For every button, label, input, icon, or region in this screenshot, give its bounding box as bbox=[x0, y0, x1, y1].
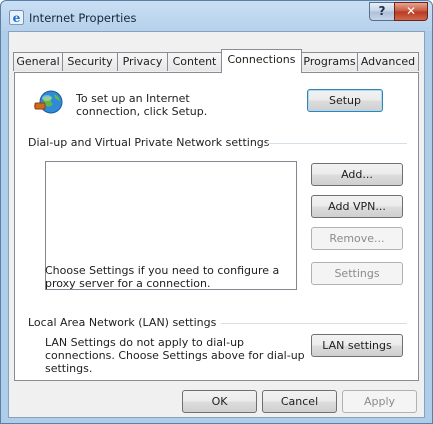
tab-privacy[interactable]: Privacy bbox=[117, 52, 168, 71]
window-title: Internet Properties bbox=[29, 11, 137, 25]
internet-properties-window: e Internet Properties ? ✕ General Securi… bbox=[0, 0, 433, 424]
dialog-client-area: General Security Privacy Content Connect… bbox=[8, 31, 425, 418]
tab-security[interactable]: Security bbox=[62, 52, 118, 71]
lan-divider bbox=[221, 323, 407, 324]
dialup-divider bbox=[267, 143, 407, 144]
close-icon: ✕ bbox=[405, 4, 417, 18]
proxy-description: Choose Settings if you need to configure… bbox=[45, 264, 280, 290]
tab-content[interactable]: Content bbox=[167, 52, 222, 71]
apply-button[interactable]: Apply bbox=[342, 390, 417, 413]
lan-description: LAN Settings do not apply to dial-up con… bbox=[45, 336, 305, 375]
help-icon: ? bbox=[378, 4, 386, 18]
tab-connections[interactable]: Connections bbox=[221, 49, 302, 73]
remove-button[interactable]: Remove... bbox=[311, 227, 403, 250]
lan-section-heading: Local Area Network (LAN) settings bbox=[28, 316, 217, 329]
add-button[interactable]: Add... bbox=[311, 163, 403, 186]
ok-button[interactable]: OK bbox=[182, 390, 257, 413]
cancel-button[interactable]: Cancel bbox=[262, 390, 337, 413]
add-vpn-button[interactable]: Add VPN... bbox=[311, 195, 403, 218]
connections-panel: To set up an Internet connection, click … bbox=[14, 72, 419, 381]
tab-programs[interactable]: Programs bbox=[301, 52, 358, 71]
close-button[interactable]: ✕ bbox=[394, 2, 428, 21]
setup-button[interactable]: Setup bbox=[307, 89, 383, 112]
tab-advanced[interactable]: Advanced bbox=[357, 52, 419, 71]
dialup-section-heading: Dial-up and Virtual Private Network sett… bbox=[28, 136, 270, 149]
tab-general[interactable]: General bbox=[13, 52, 63, 71]
settings-button[interactable]: Settings bbox=[311, 262, 403, 285]
help-button[interactable]: ? bbox=[369, 2, 395, 21]
setup-description: To set up an Internet connection, click … bbox=[76, 92, 208, 118]
lan-settings-button[interactable]: LAN settings bbox=[311, 334, 403, 357]
svg-text:e: e bbox=[13, 11, 21, 25]
title-bar[interactable]: e Internet Properties ? ✕ bbox=[1, 1, 432, 31]
network-globe-icon bbox=[34, 90, 63, 114]
internet-explorer-icon: e bbox=[9, 10, 24, 25]
